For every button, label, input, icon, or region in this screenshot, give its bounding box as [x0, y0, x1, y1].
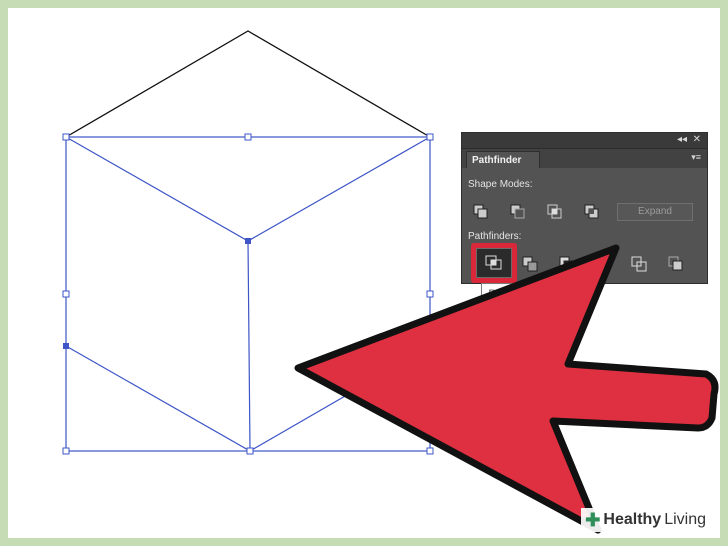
watermark-text-bold: Healthy: [603, 511, 662, 528]
healthy-living-logo-icon: ✚: [585, 510, 601, 530]
watermark: ✚ Healthy Living: [581, 508, 712, 532]
artboard[interactable]: ◂◂ ✕ Pathfinder ▾≡ Shape Modes: Expand P…: [8, 8, 720, 538]
arrow-shape: [294, 244, 719, 534]
watermark-text-regular: Living: [664, 511, 706, 528]
red-arrow-pointer: [294, 244, 719, 534]
